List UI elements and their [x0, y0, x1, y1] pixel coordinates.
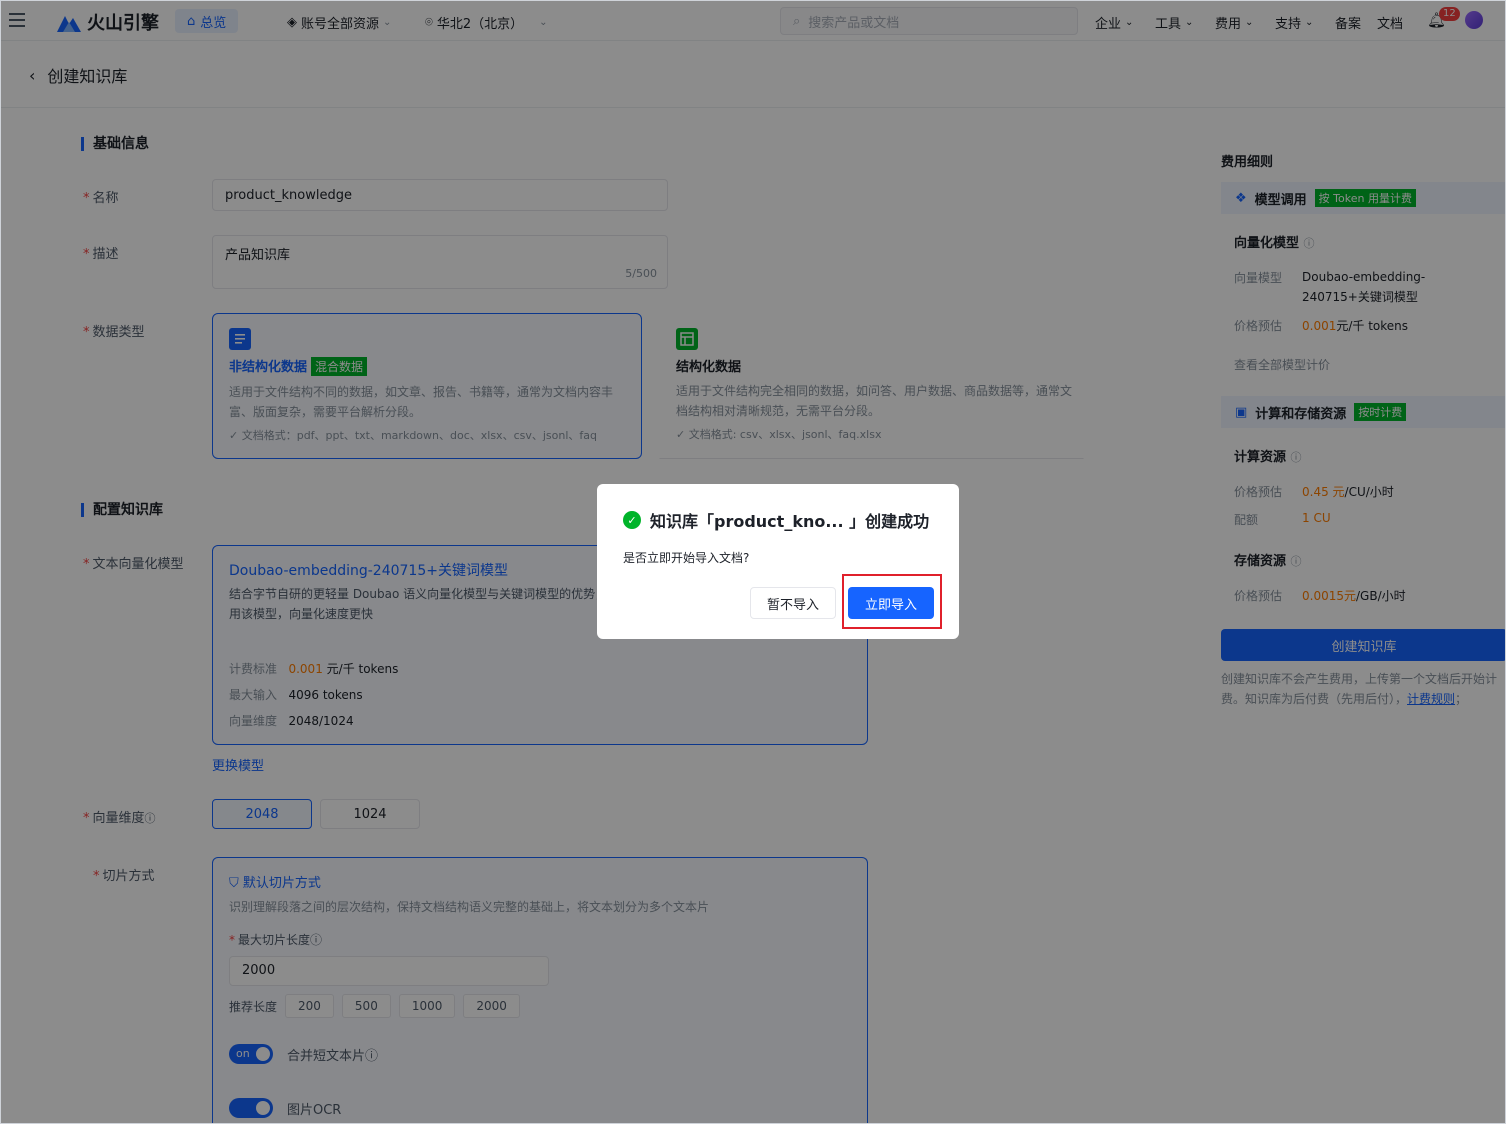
check-circle-icon: ✓	[623, 511, 641, 529]
skip-import-button[interactable]: 暂不导入	[750, 587, 836, 619]
highlight-box	[842, 574, 942, 629]
console-page: 火山引擎 ⌂ 总览 ◈ 账号全部资源 ⌄ ⌾ 华北2（北京） ⌄ ⌕ 搜索产品或…	[0, 0, 1506, 1124]
dialog-header: ✓ 知识库「product_kno... 」创建成功	[623, 508, 929, 532]
dialog-body: 是否立即开始导入文档?	[623, 551, 750, 565]
dialog-title: 知识库「product_kno... 」创建成功	[650, 512, 930, 531]
